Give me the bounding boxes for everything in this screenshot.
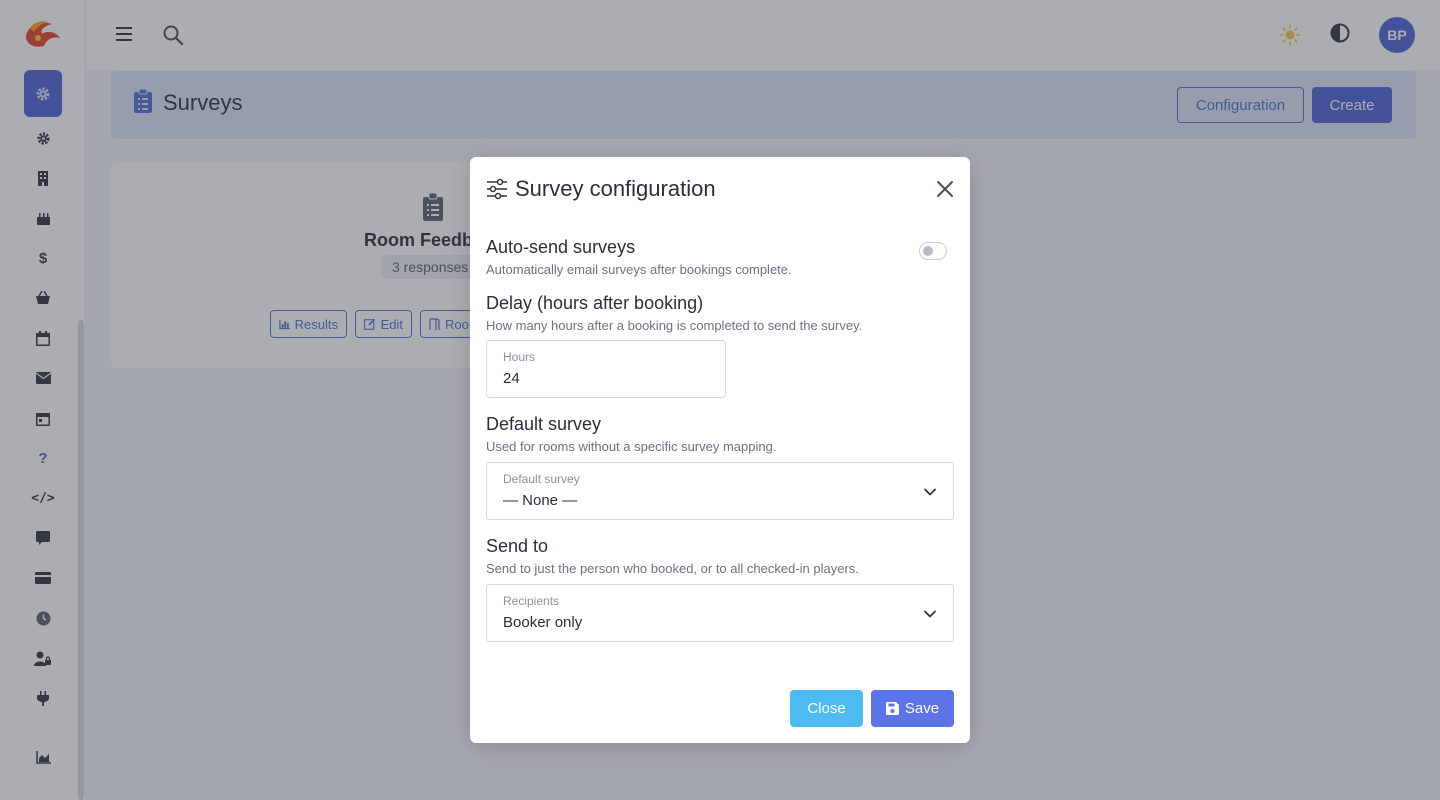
default-survey-description: Used for rooms without a specific survey… (486, 439, 777, 454)
recipients-field-label: Recipients (503, 594, 560, 608)
default-survey-select[interactable]: Default survey — None — (486, 462, 954, 520)
hours-field[interactable]: Hours 24 (486, 340, 726, 398)
chevron-down-icon (924, 488, 936, 496)
save-button[interactable]: Save (871, 690, 954, 727)
hours-field-value[interactable]: 24 (503, 370, 520, 387)
default-survey-title: Default survey (486, 414, 602, 434)
send-to-description: Send to just the person who booked, or t… (486, 561, 859, 576)
save-icon (885, 702, 899, 715)
close-icon[interactable] (936, 180, 954, 198)
survey-configuration-modal: Survey configuration Auto-send surveys A… (470, 157, 970, 743)
close-button[interactable]: Close (790, 690, 863, 727)
recipients-select[interactable]: Recipients Booker only (486, 584, 954, 642)
recipients-field-value: Booker only (503, 614, 583, 631)
sliders-icon (487, 178, 507, 200)
chevron-down-icon (924, 610, 936, 618)
auto-send-title: Auto-send surveys (486, 237, 636, 257)
default-survey-field-label: Default survey (503, 472, 580, 486)
send-to-title: Send to (486, 536, 549, 556)
auto-send-toggle[interactable] (919, 242, 947, 260)
modal-title: Survey configuration (515, 176, 716, 201)
save-label: Save (904, 700, 940, 717)
auto-send-description: Automatically email surveys after bookin… (486, 262, 792, 277)
default-survey-field-value: — None — (503, 492, 578, 509)
delay-description: How many hours after a booking is comple… (486, 318, 863, 333)
delay-title: Delay (hours after booking) (486, 293, 704, 313)
hours-field-label: Hours (503, 350, 536, 364)
